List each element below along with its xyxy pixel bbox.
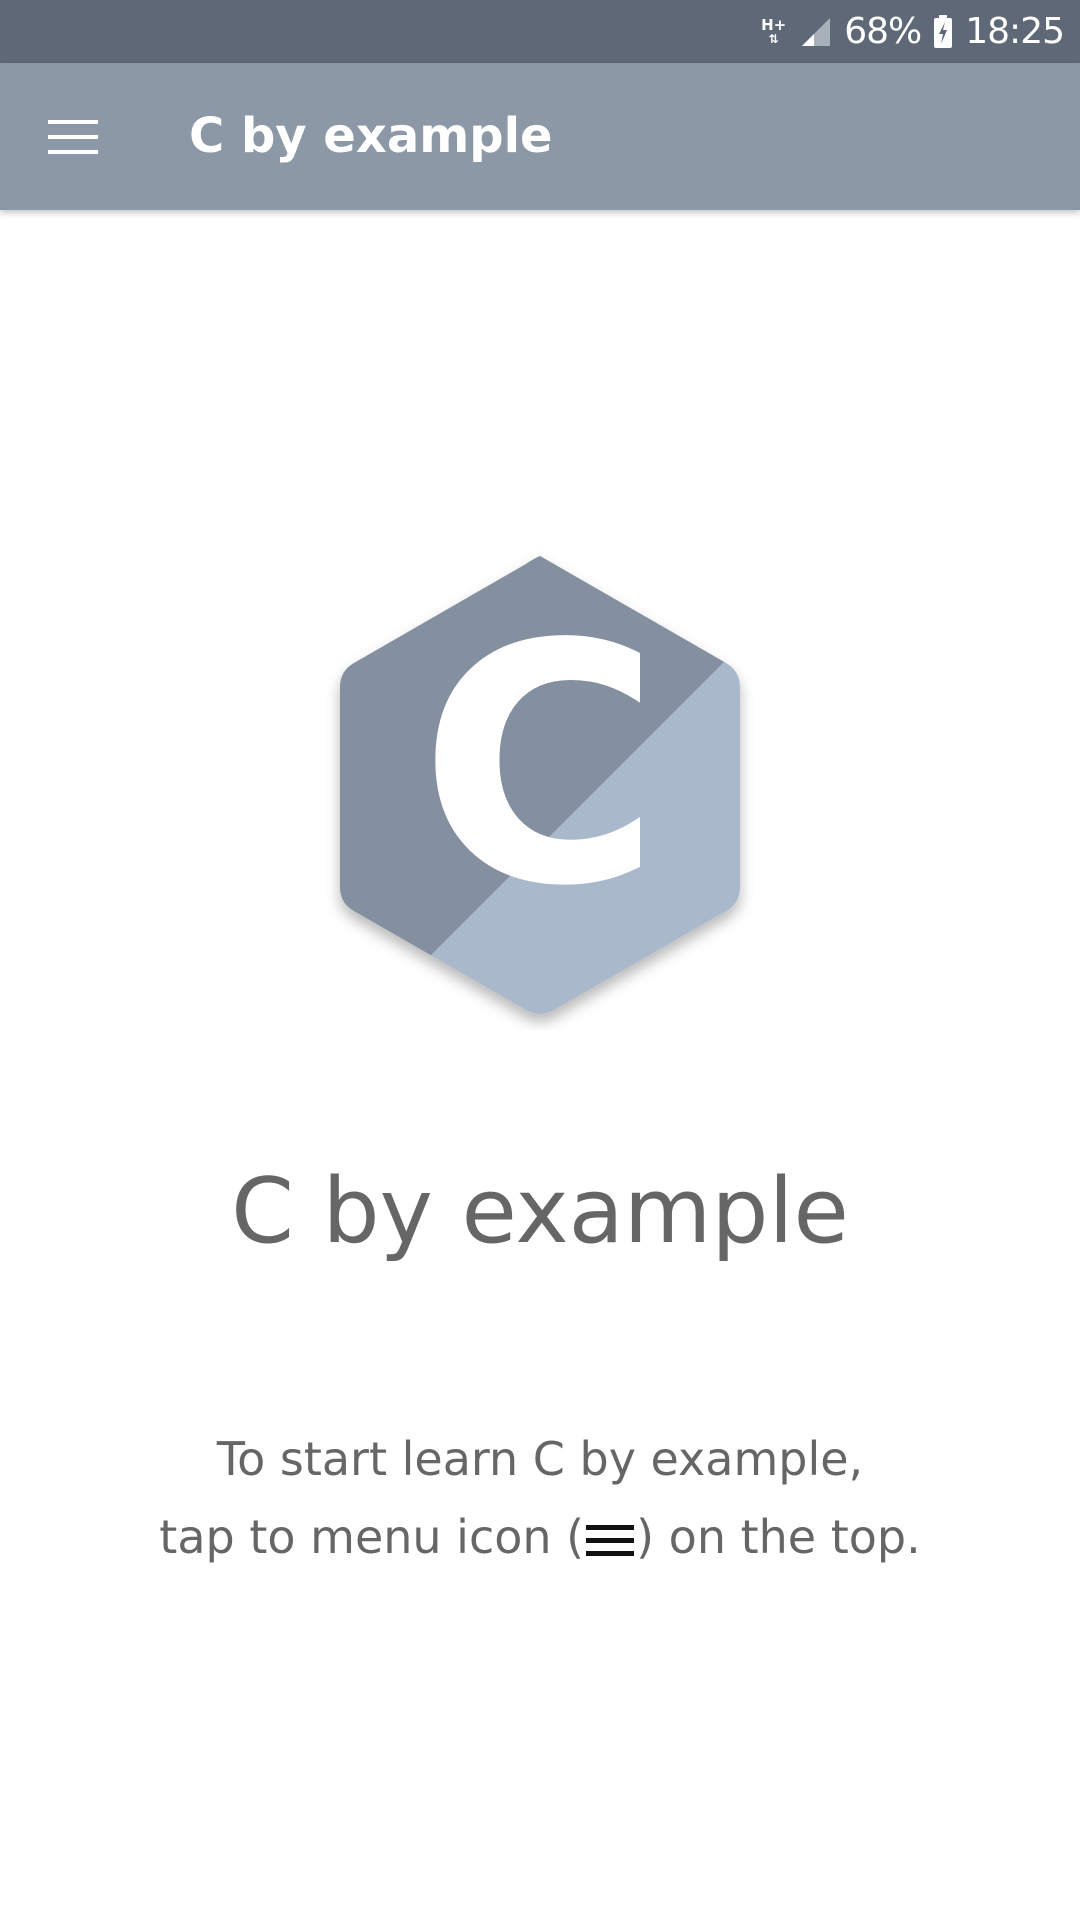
status-bar: H+ ⇅ 68% 18:25 — [0, 0, 1080, 63]
instruction-line-2: tap to menu icon ( ) on the top. — [0, 1498, 1080, 1584]
data-arrows-icon: ⇅ — [768, 32, 779, 46]
c-language-logo: C — [322, 548, 758, 1030]
hamburger-menu-icon — [48, 120, 98, 154]
clock: 18:25 — [965, 11, 1065, 52]
battery-charging-icon — [933, 14, 953, 49]
inline-hamburger-menu-icon — [584, 1506, 636, 1584]
app-bar-title: C by example — [189, 108, 553, 164]
status-icons: H+ ⇅ 68% 18:25 — [761, 0, 1065, 63]
logo-letter: C — [419, 574, 661, 958]
app-bar: C by example — [0, 63, 1080, 210]
battery-percentage: 68% — [844, 11, 922, 52]
menu-button[interactable] — [38, 105, 108, 169]
instruction-line-1: To start learn C by example, — [216, 1432, 864, 1486]
instruction-line-2-prefix: tap to menu icon ( — [159, 1510, 585, 1564]
network-type-indicator: H+ ⇅ — [761, 16, 787, 46]
network-type-label: H+ — [761, 16, 787, 34]
hero-title: C by example — [231, 1159, 849, 1264]
instruction-text: To start learn C by example, tap to menu… — [0, 1420, 1080, 1584]
instruction-line-2-suffix: ) on the top. — [636, 1510, 921, 1564]
signal-strength-icon — [798, 16, 832, 48]
